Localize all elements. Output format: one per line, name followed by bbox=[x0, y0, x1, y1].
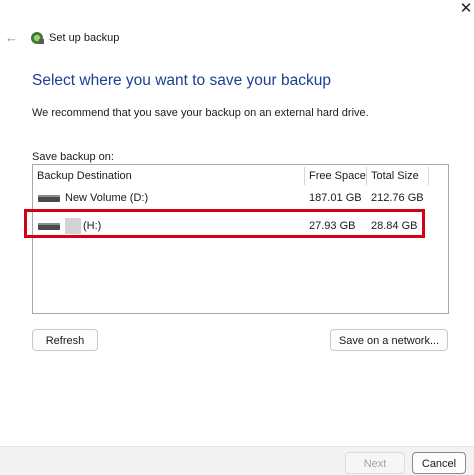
column-separator bbox=[428, 167, 429, 185]
destination-list[interactable]: Backup Destination Free Space Total Size… bbox=[32, 164, 449, 314]
refresh-button[interactable]: Refresh bbox=[32, 329, 98, 351]
backup-app-icon bbox=[30, 31, 44, 45]
recommendation-text: We recommend that you save your backup o… bbox=[32, 107, 369, 119]
save-on-network-button[interactable]: Save on a network... bbox=[330, 329, 448, 351]
total-size-value: 212.76 GB bbox=[371, 192, 424, 204]
table-row[interactable]: New Volume (D:) 187.01 GB 212.76 GB bbox=[33, 187, 448, 209]
close-icon[interactable]: ✕ bbox=[458, 0, 474, 22]
back-arrow-icon[interactable]: ← bbox=[5, 31, 19, 45]
selection-highlight bbox=[24, 209, 425, 238]
cancel-button[interactable]: Cancel bbox=[412, 452, 466, 474]
column-header-free-space[interactable]: Free Space bbox=[305, 165, 367, 187]
save-on-label: Save backup on: bbox=[32, 151, 114, 163]
next-button[interactable]: Next bbox=[345, 452, 405, 474]
free-space-value: 187.01 GB bbox=[309, 192, 362, 204]
window-title: Set up backup bbox=[49, 32, 120, 44]
page-heading: Select where you want to save your backu… bbox=[32, 72, 331, 89]
destination-name: New Volume (D:) bbox=[65, 192, 149, 204]
column-header-destination[interactable]: Backup Destination bbox=[33, 165, 305, 187]
column-header-total-size[interactable]: Total Size bbox=[367, 165, 429, 187]
drive-icon bbox=[38, 195, 60, 202]
